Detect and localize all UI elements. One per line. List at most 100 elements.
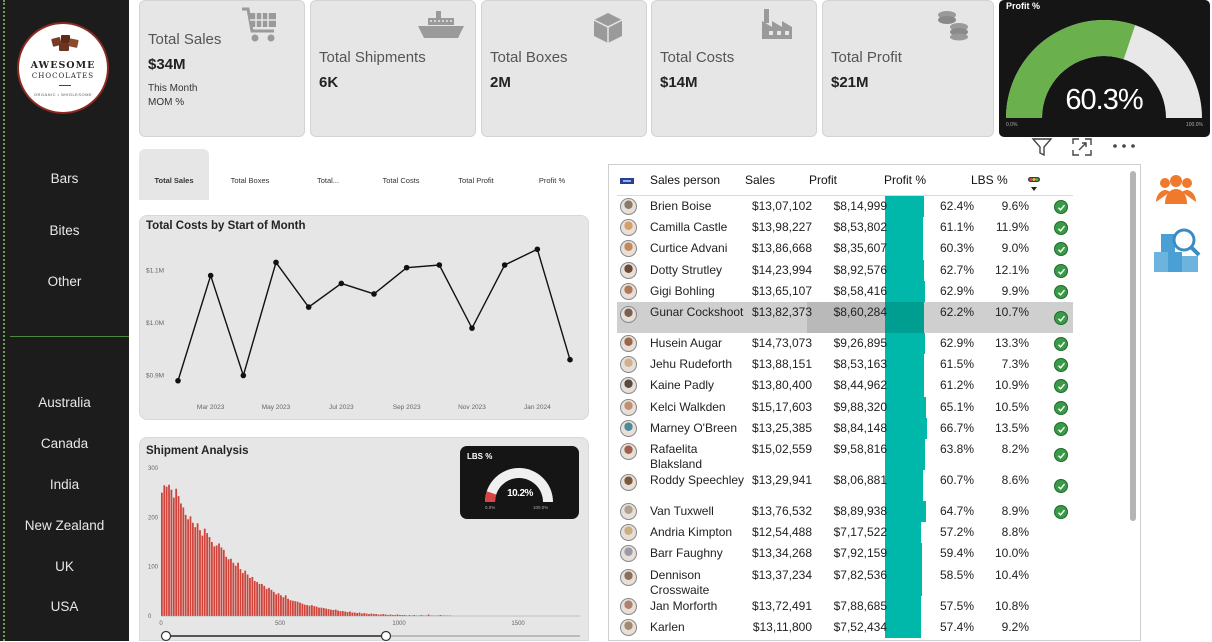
histogram-bar xyxy=(332,610,334,616)
sidebar-item-bites[interactable]: Bites xyxy=(0,223,129,238)
col-header-profit-pct[interactable]: Profit % xyxy=(884,173,926,187)
table-row[interactable]: Camilla Castle$13,98,227$8,53,80261.1%11… xyxy=(617,217,1073,238)
focus-mode-icon[interactable] xyxy=(1071,137,1093,157)
table-row[interactable]: Roddy Speechley$13,29,941$8,06,88160.7%8… xyxy=(617,470,1073,501)
sidebar-item-usa[interactable]: USA xyxy=(0,599,129,614)
profit-pct-bar xyxy=(885,333,925,354)
tab-total-shipments[interactable]: Total... xyxy=(293,149,363,200)
histogram-bar xyxy=(175,489,177,616)
table-row[interactable]: Dotty Strutley$14,23,994$8,92,57662.7%12… xyxy=(617,260,1073,281)
status-legend-icon xyxy=(1027,175,1041,193)
cell-profit-pct: 66.7% xyxy=(937,421,974,436)
avatar xyxy=(620,219,637,236)
cell-sales: $13,37,234 xyxy=(725,568,812,583)
table-row[interactable]: Brien Boise$13,07,102$8,14,99962.4%9.6% xyxy=(617,196,1073,217)
profit-pct-bar xyxy=(885,281,925,302)
histogram-bar xyxy=(192,523,194,616)
range-slider-handle-start[interactable] xyxy=(162,632,171,641)
data-point xyxy=(241,373,247,379)
table-row[interactable]: Gunar Cockshoot$13,82,373$8,60,28462.2%1… xyxy=(617,302,1073,333)
histogram-bar xyxy=(287,599,289,616)
histogram-bar xyxy=(282,597,284,616)
sidebar-item-new-zealand[interactable]: New Zealand xyxy=(0,518,129,533)
more-options-icon[interactable] xyxy=(1112,143,1136,149)
profit-pct-bar xyxy=(885,354,924,375)
sidebar-item-other[interactable]: Other xyxy=(0,274,129,289)
box-search-icon[interactable] xyxy=(1151,222,1203,274)
people-icon[interactable] xyxy=(1154,174,1198,206)
profit-pct-bar xyxy=(885,418,927,439)
x-tick-label: 500 xyxy=(275,621,286,627)
cell-lbs-pct: 10.0% xyxy=(987,546,1029,561)
y-tick-label: 0 xyxy=(148,614,152,620)
tab-total-profit[interactable]: Total Profit xyxy=(441,149,511,200)
range-slider-handle-end[interactable] xyxy=(382,632,391,641)
col-header-lbs-pct[interactable]: LBS % xyxy=(971,173,1008,187)
table-row[interactable]: Andria Kimpton$12,54,488$7,17,52257.2%8.… xyxy=(617,522,1073,543)
table-row[interactable]: Jehu Rudeforth$13,88,151$8,53,16361.5%7.… xyxy=(617,354,1073,375)
data-point xyxy=(371,291,377,297)
histogram-bar xyxy=(187,519,189,616)
avatar xyxy=(620,198,637,215)
col-header-sales[interactable]: Sales xyxy=(745,173,775,187)
histogram-bar xyxy=(318,608,320,616)
table-row[interactable]: Husein Augar$14,73,073$9,26,89562.9%13.3… xyxy=(617,333,1073,354)
histogram-bar xyxy=(309,606,311,616)
col-header-profit[interactable]: Profit xyxy=(809,173,837,187)
table-row[interactable]: Curtice Advani$13,86,668$8,35,60760.3%9.… xyxy=(617,238,1073,259)
table-row[interactable]: Marney O'Breen$13,25,385$8,84,14866.7%13… xyxy=(617,418,1073,439)
logo-brand-name: AWESOME xyxy=(19,60,107,71)
y-tick-label: $1.0M xyxy=(146,320,164,327)
sidebar-item-india[interactable]: India xyxy=(0,477,129,492)
cell-profit: $7,92,159 xyxy=(807,546,887,561)
tab-total-sales[interactable]: Total Sales xyxy=(139,149,209,200)
y-tick-label: 300 xyxy=(148,466,159,472)
table-row[interactable]: Gigi Bohling$13,65,107$8,58,41662.9%9.9% xyxy=(617,281,1073,302)
sales-person-table: Sales person Sales Profit Profit % LBS %… xyxy=(608,164,1141,641)
histogram-bar xyxy=(199,530,201,616)
cell-lbs-pct: 8.8% xyxy=(987,525,1029,540)
sidebar-divider xyxy=(10,336,129,337)
col-header-sales-person[interactable]: Sales person xyxy=(650,173,720,187)
table-scrollbar[interactable] xyxy=(1130,171,1136,521)
tab-total-costs[interactable]: Total Costs xyxy=(366,149,436,200)
filter-icon[interactable] xyxy=(1031,136,1053,158)
sidebar-item-australia[interactable]: Australia xyxy=(0,395,129,410)
logo-tagline: ORGANIC • WHOLESOME xyxy=(19,92,107,97)
cell-profit: $9,26,895 xyxy=(807,336,887,351)
table-row[interactable]: Van Tuxwell$13,76,532$8,89,93864.7%8.9% xyxy=(617,501,1073,522)
column-icon xyxy=(620,177,634,185)
table-row[interactable]: Barr Faughny$13,34,268$7,92,15959.4%10.0… xyxy=(617,543,1073,564)
histogram-bar xyxy=(340,611,342,616)
cell-lbs-pct: 13.3% xyxy=(987,336,1029,351)
cell-profit-pct: 65.1% xyxy=(937,400,974,415)
data-point xyxy=(404,265,410,271)
tab-total-boxes[interactable]: Total Boxes xyxy=(215,149,285,200)
sidebar-item-uk[interactable]: UK xyxy=(0,559,129,574)
table-row[interactable]: Dennison Crosswaite$13,37,234$7,82,53658… xyxy=(617,565,1073,596)
histogram-bar xyxy=(251,577,253,616)
table-row[interactable]: Karlen$13,11,800$7,52,43457.4%9.2% xyxy=(617,617,1073,638)
histogram-bar xyxy=(209,537,211,616)
histogram-bar xyxy=(294,601,296,616)
kpi-card-total-profit: Total Profit $21M xyxy=(822,0,994,137)
table-row[interactable]: Kaine Padly$13,80,400$8,44,96261.2%10.9% xyxy=(617,375,1073,396)
cell-profit-pct: 57.4% xyxy=(937,620,974,635)
histogram-bar xyxy=(242,573,244,616)
table-row[interactable]: Kelci Walkden$15,17,603$9,88,32065.1%10.… xyxy=(617,397,1073,418)
cost-line xyxy=(178,249,570,380)
profit-pct-bar xyxy=(885,596,921,617)
profit-pct-bar xyxy=(885,522,921,543)
table-row[interactable]: Jan Morforth$13,72,491$7,88,68557.5%10.8… xyxy=(617,596,1073,617)
avatar xyxy=(620,377,637,394)
sidebar-item-bars[interactable]: Bars xyxy=(0,171,129,186)
data-point xyxy=(208,273,214,279)
histogram-bar xyxy=(342,611,344,616)
histogram-bar xyxy=(268,588,270,616)
profit-gauge: Profit % 60.3% 0.0% 100.0% xyxy=(999,0,1210,137)
avatar xyxy=(620,399,637,416)
tab-profit-pct[interactable]: Profit % xyxy=(517,149,587,200)
cell-profit: $7,17,522 xyxy=(807,525,887,540)
table-row[interactable]: Rafaelita Blaksland$15,02,559$9,58,81663… xyxy=(617,439,1073,470)
sidebar-item-canada[interactable]: Canada xyxy=(0,436,129,451)
